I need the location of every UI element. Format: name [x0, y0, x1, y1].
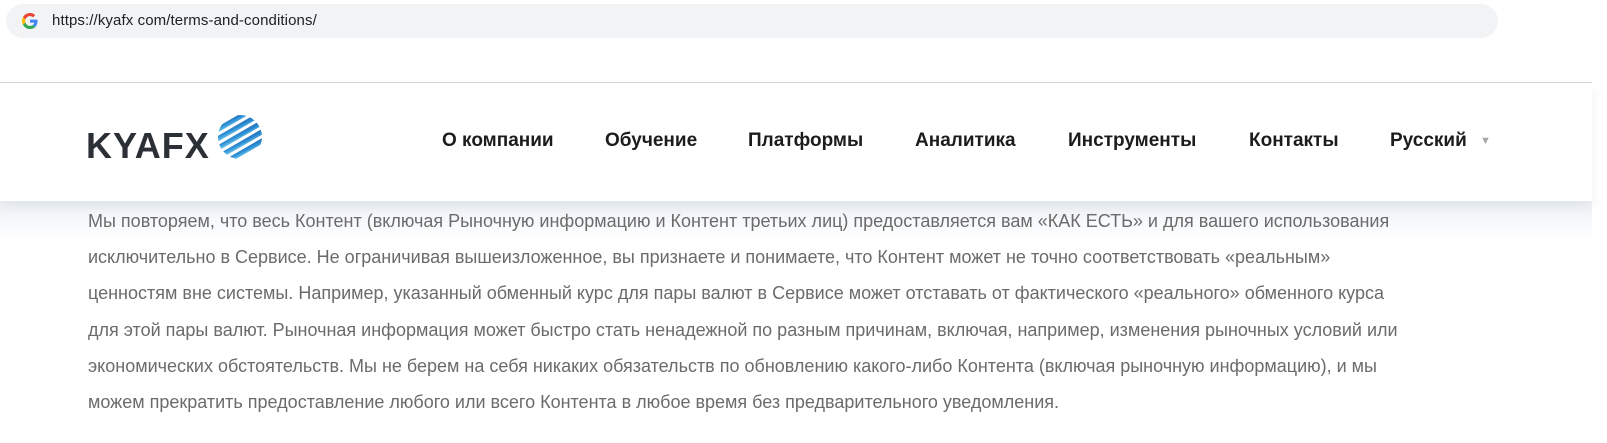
site-header: KYAFX О компании Обучение Платформы Анал… [0, 83, 1592, 201]
address-bar[interactable]: https://kyafx com/terms-and-conditions/ [6, 4, 1498, 38]
nav-item-platforms[interactable]: Платформы [748, 130, 863, 152]
url-text[interactable]: https://kyafx com/terms-and-conditions/ [52, 12, 317, 29]
main-navigation: О компании Обучение Платформы Аналитика … [0, 130, 1592, 160]
paragraph-line: можем прекратить предоставление любого и… [88, 392, 1060, 413]
paragraph-line: для этой пары валют. Рыночная информация… [88, 319, 1398, 340]
nav-item-analytics[interactable]: Аналитика [915, 130, 1016, 152]
triangle-down-icon[interactable]: ▼ [1480, 135, 1491, 147]
nav-item-tools[interactable]: Инструменты [1068, 130, 1196, 152]
google-g-icon [22, 13, 38, 29]
language-selector[interactable]: Русский [1390, 130, 1467, 152]
terms-paragraph: Мы повторяем, что весь Контент (включая … [88, 203, 1508, 420]
paragraph-line: исключительно в Сервисе. Не ограничивая … [88, 247, 1331, 268]
paragraph-line: Мы повторяем, что весь Контент (включая … [88, 211, 1390, 231]
nav-item-education[interactable]: Обучение [605, 130, 697, 152]
paragraph-line: ценностям вне системы. Например, указанн… [88, 283, 1384, 304]
page-scrollbar[interactable] [1592, 82, 1607, 443]
nav-item-about[interactable]: О компании [442, 130, 554, 152]
browser-toolbar: https://kyafx com/terms-and-conditions/ [0, 0, 1607, 83]
paragraph-line: экономических обстоятельств. Мы не берем… [88, 355, 1377, 376]
nav-item-contacts[interactable]: Контакты [1249, 130, 1339, 152]
